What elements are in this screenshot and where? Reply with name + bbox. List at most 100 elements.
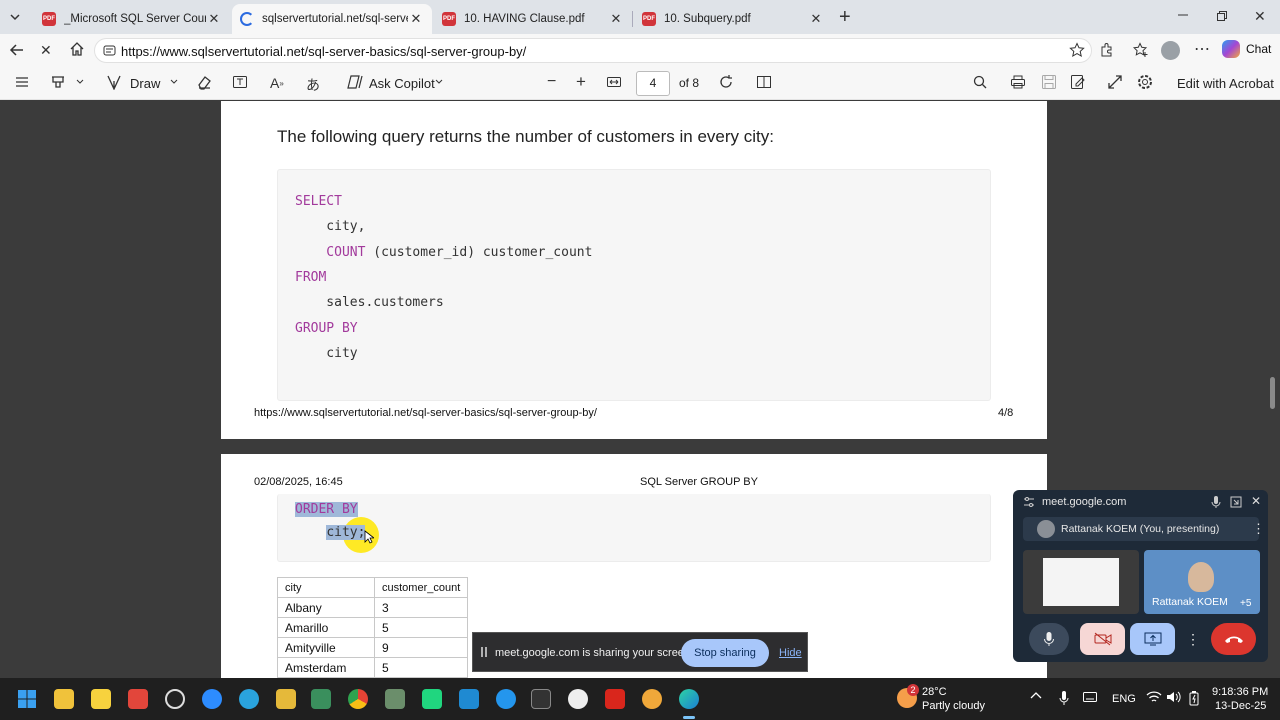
favorites-icon[interactable]	[1133, 42, 1149, 58]
draw-button-label[interactable]: Draw	[130, 76, 160, 91]
show-hidden-icons-icon[interactable]	[1030, 691, 1042, 701]
favorite-star-icon[interactable]	[1069, 42, 1085, 58]
draw-icon[interactable]	[106, 74, 122, 90]
tab-having-clause[interactable]: PDF 10. HAVING Clause.pdf ✕	[434, 4, 632, 34]
weather-temp[interactable]: 28°C	[922, 686, 947, 698]
more-controls-button[interactable]: ⋮	[1183, 623, 1203, 655]
profile-avatar[interactable]	[1161, 41, 1180, 60]
save-as-icon[interactable]	[1070, 74, 1086, 90]
settings-gear-icon[interactable]	[1137, 74, 1153, 90]
rotate-icon[interactable]	[718, 74, 734, 90]
clock-date[interactable]: 13-Dec-25	[1215, 700, 1266, 712]
app-grid-icon[interactable]	[385, 689, 405, 709]
page-footer-url[interactable]: https://www.sqlservertutorial.net/sql-se…	[254, 407, 597, 419]
vscode-variant-icon[interactable]	[311, 689, 331, 709]
app-yellow-icon[interactable]	[276, 689, 296, 709]
file-explorer-icon[interactable]	[54, 689, 74, 709]
meet-pip-window[interactable]: meet.google.com ✕ Rattanak KOEM (You, pr…	[1013, 490, 1268, 662]
new-tab-icon[interactable]: +	[839, 7, 851, 27]
restore-icon[interactable]	[1216, 10, 1228, 22]
chrome-icon[interactable]	[348, 689, 368, 709]
close-window-icon[interactable]: ✕	[1254, 8, 1266, 25]
zoom-icon[interactable]	[202, 689, 222, 709]
chrome-canary-icon[interactable]	[642, 689, 662, 709]
fullscreen-icon[interactable]	[1107, 74, 1123, 90]
anydesk-icon[interactable]	[128, 689, 148, 709]
screen-share-tile[interactable]	[1023, 550, 1139, 614]
present-button[interactable]	[1130, 623, 1175, 655]
pycharm-icon[interactable]	[422, 689, 442, 709]
adobe-acrobat-icon[interactable]	[605, 689, 625, 709]
meet-domain: meet.google.com	[1042, 496, 1127, 508]
close-pip-icon[interactable]: ✕	[1251, 494, 1261, 508]
tab-list-icon[interactable]	[8, 10, 22, 24]
copilot-dropdown-icon[interactable]	[434, 76, 444, 86]
more-menu-icon[interactable]: ⋯	[1194, 39, 1210, 59]
url-input[interactable]: https://www.sqlservertutorial.net/sql-se…	[94, 38, 1092, 63]
scrollbar-thumb[interactable]	[1270, 377, 1275, 409]
sticky-notes-icon[interactable]	[91, 689, 111, 709]
read-aloud-icon[interactable]: A»	[270, 75, 284, 91]
vertical-scrollbar[interactable]	[1268, 109, 1278, 678]
vscode-icon[interactable]	[459, 689, 479, 709]
meet-settings-icon[interactable]	[1023, 496, 1035, 508]
language-indicator[interactable]: ENG	[1112, 693, 1136, 705]
close-icon[interactable]: ✕	[206, 11, 222, 27]
tab-subquery[interactable]: PDF 10. Subquery.pdf ✕	[634, 4, 832, 34]
ask-copilot-label[interactable]: Ask Copilot	[369, 76, 435, 91]
mic-small-icon[interactable]	[1211, 495, 1221, 509]
app-ball-icon[interactable]	[568, 689, 588, 709]
telegram-icon[interactable]	[239, 689, 259, 709]
wifi-icon[interactable]	[1146, 690, 1162, 704]
page-number-input[interactable]: 4	[636, 71, 670, 96]
stop-loading-icon[interactable]: ✕	[40, 42, 52, 59]
keyboard-icon[interactable]	[1083, 692, 1097, 702]
microphone-button[interactable]	[1029, 623, 1069, 655]
clock-time[interactable]: 9:18:36 PM	[1212, 686, 1268, 698]
participant-tile[interactable]: Rattanak KOEM +5	[1144, 550, 1260, 614]
back-icon[interactable]	[9, 42, 25, 58]
edit-with-acrobat-button[interactable]: Edit with Acrobat	[1177, 76, 1274, 91]
search-icon[interactable]	[972, 74, 988, 90]
text-box-icon[interactable]	[232, 74, 248, 90]
close-icon[interactable]: ✕	[608, 11, 624, 27]
docker-icon[interactable]	[496, 689, 516, 709]
stop-sharing-button[interactable]: Stop sharing	[681, 639, 769, 667]
site-info-icon[interactable]	[103, 44, 116, 57]
battery-icon[interactable]	[1187, 690, 1201, 706]
eraser-icon[interactable]	[196, 74, 212, 90]
extensions-icon[interactable]	[1099, 42, 1115, 58]
mic-tray-icon[interactable]	[1059, 690, 1069, 706]
draw-dropdown-icon[interactable]	[169, 76, 179, 86]
zoom-in-icon[interactable]: +	[576, 72, 586, 92]
highlight-dropdown-icon[interactable]	[75, 76, 85, 86]
close-icon[interactable]: ✕	[808, 11, 824, 27]
close-icon[interactable]: ✕	[408, 11, 424, 27]
expand-icon[interactable]	[1230, 496, 1242, 508]
copilot-chat-button[interactable]: Chat	[1222, 40, 1271, 58]
translate-icon[interactable]: あ	[306, 75, 320, 95]
volume-icon[interactable]	[1166, 690, 1182, 704]
leave-call-button[interactable]	[1211, 623, 1256, 655]
pdf-icon: PDF	[642, 12, 656, 26]
copilot-icon[interactable]	[347, 74, 363, 90]
windows-start-icon[interactable]	[17, 689, 37, 709]
zoom-out-icon[interactable]: −	[547, 73, 556, 91]
tab-sql-syllabus[interactable]: PDF _Microsoft SQL Server Course Syll ✕	[34, 4, 230, 34]
contents-icon[interactable]	[14, 74, 30, 90]
page-view-icon[interactable]	[756, 74, 772, 90]
more-options-icon[interactable]: ⋮	[1252, 521, 1265, 537]
hide-link[interactable]: Hide	[779, 647, 802, 659]
minimize-icon[interactable]	[1177, 9, 1189, 21]
tab-sqlservertutorial[interactable]: sqlservertutorial.net/sql-server-ba ✕	[232, 4, 432, 34]
highlight-icon[interactable]	[50, 74, 68, 90]
print-icon[interactable]	[1010, 74, 1026, 90]
save-icon[interactable]	[1041, 74, 1057, 90]
terminal-icon[interactable]	[531, 689, 551, 709]
obs-icon[interactable]	[165, 689, 185, 709]
fit-page-icon[interactable]	[606, 74, 622, 90]
weather-desc[interactable]: Partly cloudy	[922, 700, 985, 712]
edge-icon[interactable]	[679, 689, 699, 709]
camera-off-button[interactable]	[1080, 623, 1125, 655]
home-icon[interactable]	[69, 41, 85, 57]
